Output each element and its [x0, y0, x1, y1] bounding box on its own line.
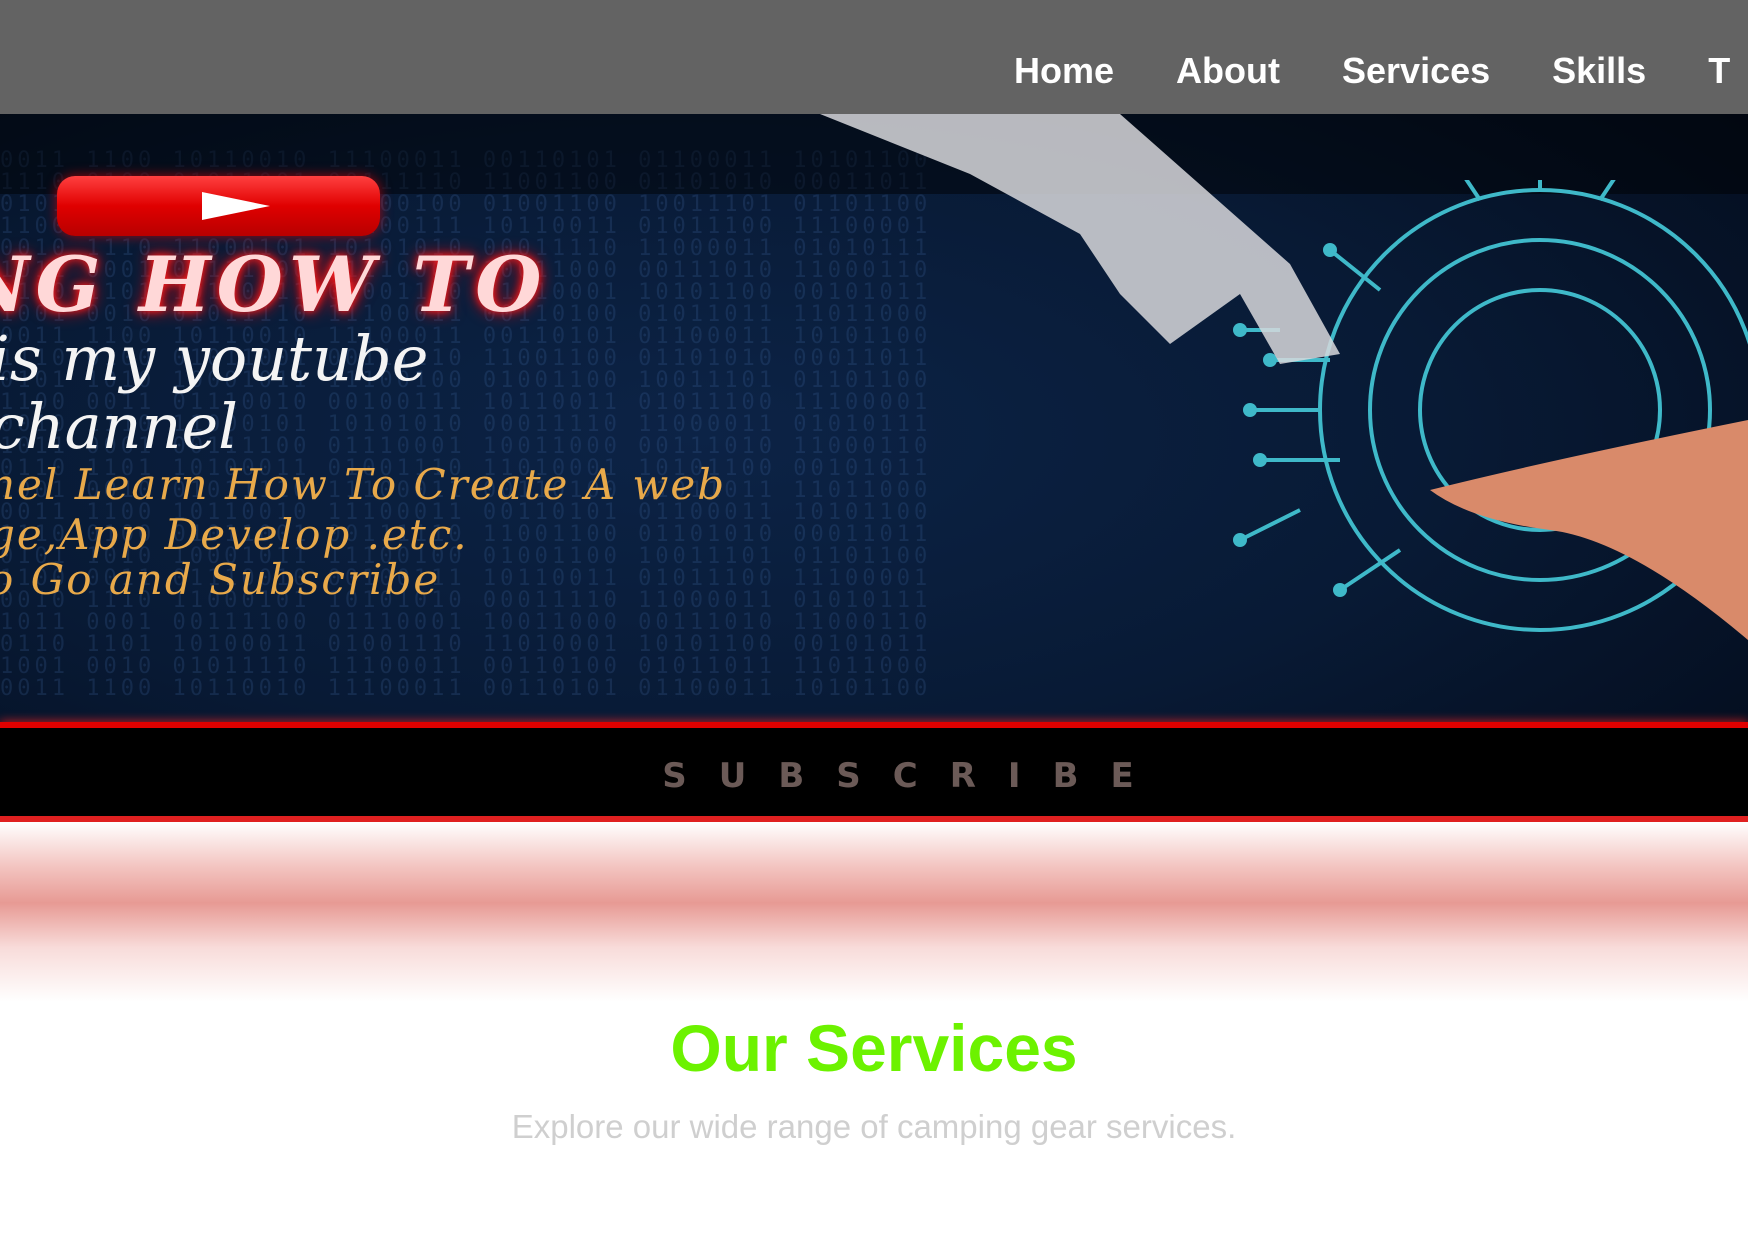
robot-hand-image: [820, 114, 1340, 364]
red-glow-gradient: [0, 822, 1748, 1002]
banner-line-5: o Go and Subscribe: [0, 555, 441, 604]
nav-skills[interactable]: Skills: [1552, 50, 1646, 92]
nav-services[interactable]: Services: [1342, 50, 1490, 92]
nav-about[interactable]: About: [1176, 50, 1280, 92]
top-nav-bar: Home About Services Skills T: [0, 0, 1748, 114]
subscribe-bar[interactable]: SUBSCRIBE: [0, 728, 1748, 818]
main-nav: Home About Services Skills T: [1014, 50, 1730, 92]
banner-line-4: ge,App Develop .etc.: [0, 510, 469, 559]
services-heading: Our Services: [670, 1011, 1078, 1085]
nav-truncated[interactable]: T: [1708, 50, 1730, 92]
banner-line-3: nel Learn How To Create A web: [0, 460, 727, 509]
banner-line-2: channel: [0, 390, 238, 463]
subscribe-text[interactable]: SUBSCRIBE: [0, 756, 1748, 796]
human-hand-image: [1430, 420, 1748, 640]
banner-title: NG HOW TO: [0, 240, 548, 329]
youtube-logo-icon: [57, 176, 380, 236]
banner-line-1: is my youtube: [0, 322, 429, 395]
nav-home[interactable]: Home: [1014, 50, 1114, 92]
services-subtitle: Explore our wide range of camping gear s…: [511, 1108, 1237, 1145]
